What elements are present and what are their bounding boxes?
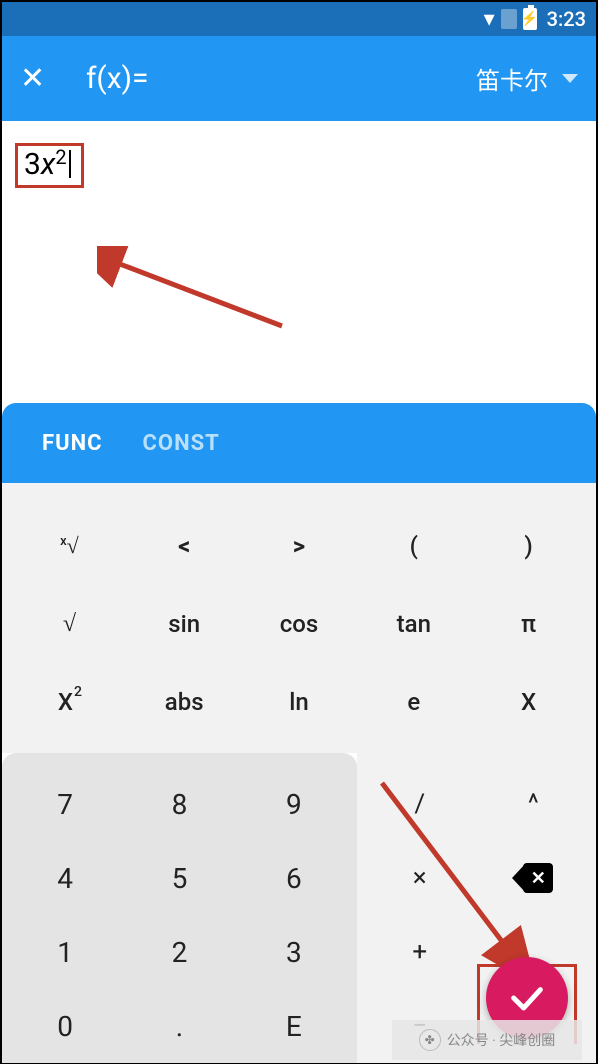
dropdown-label: 笛卡尔 [476,61,548,96]
battery-icon: ⚡ [523,8,537,30]
key-sin[interactable]: sin [127,585,242,663]
key-e[interactable]: e [356,663,471,741]
key-decimal[interactable]: . [122,989,236,1063]
expression-highlight-box: 3x2 [15,143,84,188]
annotation-arrow-1 [97,246,287,336]
key-7[interactable]: 7 [8,767,122,841]
keypad-tabs: FUNC CONST [2,403,596,483]
key-x-squared[interactable]: X2 [12,663,127,741]
backspace-icon: ✕ [513,863,553,893]
tab-const[interactable]: CONST [143,431,220,456]
key-right-angle[interactable]: > [242,507,357,585]
key-3[interactable]: 3 [237,915,351,989]
key-backspace[interactable]: ✕ [477,841,591,915]
expression-canvas[interactable]: 3x2 [2,121,596,403]
key-9[interactable]: 9 [237,767,351,841]
chevron-down-icon [562,74,578,83]
fx-label: f(x)= [86,61,149,96]
key-ln[interactable]: ln [242,663,357,741]
wechat-icon: ✤ [419,1029,441,1051]
key-2[interactable]: 2 [122,915,236,989]
watermark-text: 公众号 · 尖峰创圈 [447,1030,556,1050]
key-sqrt[interactable]: √ [12,585,127,663]
check-icon [507,978,547,1018]
wifi-icon: ▾ [484,7,495,32]
key-tan[interactable]: tan [356,585,471,663]
watermark: ✤ 公众号 · 尖峰创圈 [392,1020,582,1060]
key-8[interactable]: 8 [122,767,236,841]
key-5[interactable]: 5 [122,841,236,915]
tab-func[interactable]: FUNC [42,431,103,456]
status-time: 3:23 [547,7,586,31]
key-nth-root[interactable]: x√ [12,507,127,585]
expression-coefficient: 3 [24,148,41,181]
key-left-angle[interactable]: < [127,507,242,585]
key-exponent-e[interactable]: E [237,989,351,1063]
key-variable-x[interactable]: X [471,663,586,741]
close-button[interactable]: ✕ [20,61,60,96]
key-6[interactable]: 6 [237,841,351,915]
key-multiply[interactable]: × [363,841,477,915]
key-pi[interactable]: π [471,585,586,663]
key-1[interactable]: 1 [8,915,122,989]
key-abs[interactable]: abs [127,663,242,741]
function-keypad: x√ < > ( ) √ sin cos tan π X2 abs ln e X [2,483,596,753]
expression-variable: x [41,148,55,181]
coordinate-system-dropdown[interactable]: 笛卡尔 [476,61,578,96]
expression-exponent: 2 [55,146,66,168]
key-0[interactable]: 0 [8,989,122,1063]
key-open-paren[interactable]: ( [356,507,471,585]
key-close-paren[interactable]: ) [471,507,586,585]
sim-icon [501,9,517,29]
key-power[interactable]: ^ [477,767,591,841]
key-plus[interactable]: + [363,915,477,989]
status-bar: ▾ ⚡ 3:23 [2,2,596,36]
app-header: ✕ f(x)= 笛卡尔 [2,36,596,121]
key-4[interactable]: 4 [8,841,122,915]
key-cos[interactable]: cos [242,585,357,663]
number-pad: 7 8 9 4 5 6 1 2 3 0 . E [2,753,357,1063]
text-cursor [69,150,71,178]
key-divide[interactable]: / [363,767,477,841]
